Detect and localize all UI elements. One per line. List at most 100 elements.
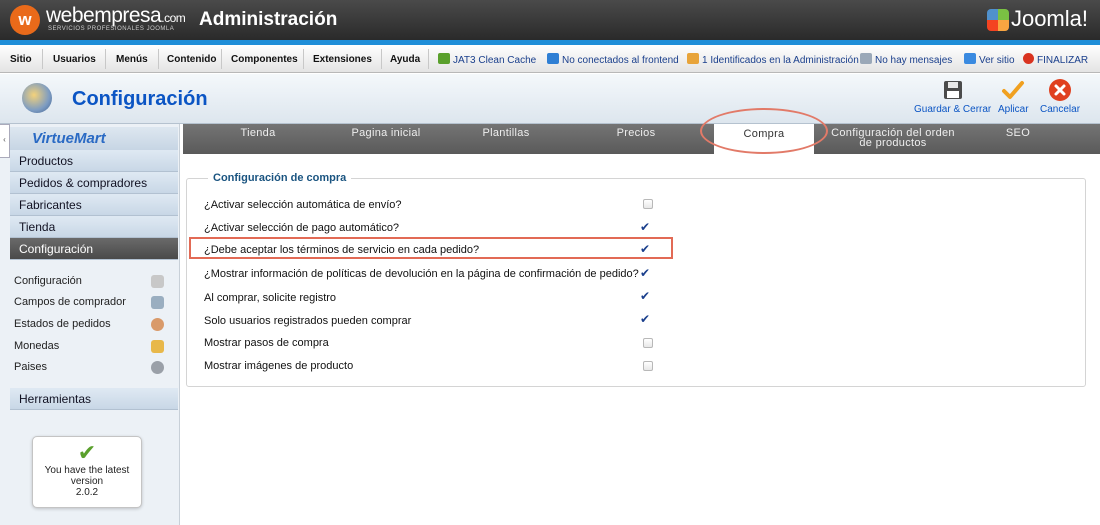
view-site-link[interactable]: Ver sitio bbox=[964, 53, 1015, 66]
checkbox-return-policy[interactable]: ✔ bbox=[640, 267, 650, 279]
frontend-users-status[interactable]: No conectados al frontend bbox=[547, 53, 679, 66]
tab-pagina-inicial[interactable]: Pagina inicial bbox=[331, 124, 441, 154]
checkmark-icon: ✔ bbox=[77, 440, 97, 465]
option-label-show-steps: Mostrar pasos de compra bbox=[204, 337, 329, 349]
brand-name-text: webempresa bbox=[46, 4, 162, 27]
page-toolbar: Configuración Guardar & Cerrar Aplicar C… bbox=[0, 74, 1100, 124]
status-label: Ver sitio bbox=[979, 55, 1015, 66]
tab-tienda[interactable]: Tienda bbox=[223, 124, 293, 154]
apply-button[interactable]: Aplicar bbox=[998, 78, 1029, 115]
webempresa-logo-icon: w bbox=[10, 5, 40, 35]
subitem-label: Estados de pedidos bbox=[14, 318, 111, 330]
tab-highlight-ellipse bbox=[700, 108, 828, 154]
sidebar-item-productos[interactable]: Productos bbox=[10, 150, 178, 172]
brand-tagline: SERVICIOS PROFESIONALES JOOMLA bbox=[48, 26, 175, 32]
tab-seo[interactable]: SEO bbox=[988, 124, 1048, 154]
config-tabs: Tienda Pagina inicial Plantillas Precios… bbox=[183, 124, 1100, 154]
messages-link[interactable]: No hay mensajes bbox=[860, 53, 952, 66]
main-menu-bar: Sitio Usuarios Menús Contenido Component… bbox=[0, 45, 1100, 73]
sidebar-collapse-handle[interactable]: ‹ bbox=[0, 124, 10, 158]
sidebar-item-fabricantes[interactable]: Fabricantes bbox=[10, 194, 178, 216]
checkbox-require-registration[interactable]: ✔ bbox=[640, 290, 650, 302]
menu-divider bbox=[428, 49, 429, 69]
menu-extensiones[interactable]: Extensiones bbox=[313, 54, 372, 65]
globe-icon bbox=[151, 361, 164, 374]
status-label: No conectados al frontend bbox=[562, 55, 679, 66]
admin-title: Administración bbox=[199, 9, 338, 30]
version-status-box: ✔ You have the latest version 2.0.2 bbox=[32, 436, 142, 508]
version-line-2: version bbox=[70, 476, 104, 487]
subitem-campos-comprador[interactable]: Campos de comprador bbox=[14, 296, 164, 312]
status-label: 1 Identificados en la Administración bbox=[702, 55, 859, 66]
save-close-label: Guardar & Cerrar bbox=[914, 104, 992, 115]
sidebar-item-herramientas[interactable]: Herramientas bbox=[10, 388, 178, 410]
sidebar-item-pedidos[interactable]: Pedidos & compradores bbox=[10, 172, 178, 194]
subitem-label: Campos de comprador bbox=[14, 296, 126, 308]
sidebar-item-configuracion[interactable]: Configuración bbox=[10, 238, 178, 260]
sidebar-item-tienda[interactable]: Tienda bbox=[10, 216, 178, 238]
tools-icon bbox=[151, 275, 164, 288]
checkbox-show-steps[interactable] bbox=[643, 338, 653, 348]
option-label-show-images: Mostrar imágenes de producto bbox=[204, 360, 354, 372]
jat3-clean-cache-link[interactable]: JAT3 Clean Cache bbox=[438, 53, 536, 66]
status-label: FINALIZAR bbox=[1037, 55, 1089, 66]
option-label-require-registration: Al comprar, solicite registro bbox=[204, 292, 337, 304]
subitem-paises[interactable]: Paises bbox=[14, 361, 164, 377]
subitem-label: Monedas bbox=[14, 340, 60, 352]
menu-ayuda[interactable]: Ayuda bbox=[390, 54, 420, 65]
subitem-label: Configuración bbox=[14, 275, 82, 287]
version-line-1: You have the latest bbox=[44, 465, 130, 476]
section-legend: Configuración de compra bbox=[208, 172, 352, 184]
checkbox-auto-payment[interactable]: ✔ bbox=[640, 221, 650, 233]
broom-icon bbox=[438, 53, 450, 64]
menu-componentes[interactable]: Componentes bbox=[231, 54, 298, 65]
subitem-estados-pedidos[interactable]: Estados de pedidos bbox=[14, 318, 164, 334]
option-label-auto-payment: ¿Activar selección de pago automático? bbox=[204, 222, 400, 234]
menu-divider bbox=[158, 49, 159, 69]
menu-divider bbox=[105, 49, 106, 69]
virtuemart-config-icon bbox=[22, 83, 52, 113]
menu-divider bbox=[42, 49, 43, 69]
menu-usuarios[interactable]: Usuarios bbox=[53, 54, 96, 65]
tab-precios[interactable]: Precios bbox=[601, 124, 671, 154]
status-icon bbox=[151, 318, 164, 331]
admin-users-status[interactable]: 1 Identificados en la Administración bbox=[687, 53, 859, 66]
sidebar: ‹ VirtueMart Productos Pedidos & comprad… bbox=[0, 124, 180, 525]
option-label-registered-only: Solo usuarios registrados pueden comprar bbox=[204, 315, 412, 327]
save-close-button[interactable]: Guardar & Cerrar bbox=[914, 78, 991, 115]
user-icon bbox=[687, 53, 699, 64]
users-icon bbox=[547, 53, 559, 64]
status-label: No hay mensajes bbox=[875, 55, 953, 66]
joomla-logo-icon bbox=[986, 9, 1009, 32]
tab-orden-productos[interactable]: Configuración del orden de productos bbox=[828, 124, 958, 154]
option-label-return-policy: ¿Mostrar información de políticas de dev… bbox=[204, 268, 639, 280]
checkbox-show-images[interactable] bbox=[643, 361, 653, 371]
checkbox-auto-shipping[interactable] bbox=[643, 199, 653, 209]
monitor-icon bbox=[964, 53, 976, 64]
logout-link[interactable]: FINALIZAR bbox=[1023, 53, 1088, 66]
menu-sitio[interactable]: Sitio bbox=[10, 54, 32, 65]
menu-divider bbox=[381, 49, 382, 69]
row-highlight-box bbox=[189, 237, 673, 259]
power-icon bbox=[1023, 53, 1034, 64]
apply-label: Aplicar bbox=[998, 104, 1029, 115]
checkbox-registered-only[interactable]: ✔ bbox=[640, 313, 650, 325]
joomla-logo: Joomla! bbox=[986, 6, 1088, 32]
top-brand-bar: w webempresa.com SERVICIOS PROFESIONALES… bbox=[0, 0, 1100, 40]
close-icon bbox=[1049, 79, 1072, 101]
menu-divider bbox=[221, 49, 222, 69]
subitem-monedas[interactable]: Monedas bbox=[14, 340, 164, 356]
menu-contenido[interactable]: Contenido bbox=[167, 54, 216, 65]
tab-plantillas[interactable]: Plantillas bbox=[466, 124, 546, 154]
subitem-configuracion[interactable]: Configuración bbox=[14, 275, 164, 291]
coins-icon bbox=[151, 340, 164, 353]
menu-menus[interactable]: Menús bbox=[116, 54, 148, 65]
page-title: Configuración bbox=[72, 88, 208, 110]
cancel-label: Cancelar bbox=[1040, 104, 1081, 115]
virtuemart-logo-text: VirtueMart bbox=[32, 130, 106, 147]
brand-name: webempresa.com bbox=[46, 4, 186, 28]
status-label: JAT3 Clean Cache bbox=[453, 55, 537, 66]
brand-domain: .com bbox=[161, 11, 186, 25]
subitem-label: Paises bbox=[14, 361, 48, 373]
cancel-button[interactable]: Cancelar bbox=[1040, 78, 1080, 115]
